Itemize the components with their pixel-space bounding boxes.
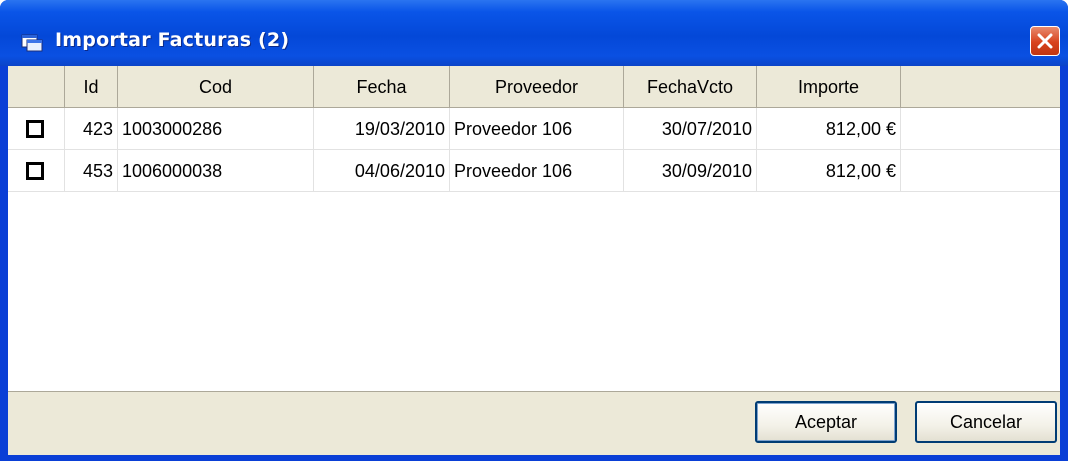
column-header-proveedor[interactable]: Proveedor — [450, 66, 624, 108]
row-select-cell — [8, 150, 65, 192]
close-button[interactable] — [1030, 26, 1060, 56]
cell-fecha: 04/06/2010 — [314, 150, 450, 192]
cell-proveedor: Proveedor 106 — [450, 108, 624, 150]
invoice-grid[interactable]: Id Cod Fecha Proveedor FechaVcto Importe… — [8, 66, 1060, 392]
cell-proveedor: Proveedor 106 — [450, 150, 624, 192]
row-checkbox[interactable] — [26, 162, 44, 180]
close-icon — [1037, 33, 1053, 49]
dialog-window: Importar Facturas (2) Id Cod Fecha Prove… — [0, 0, 1068, 461]
cell-cod: 1003000286 — [118, 108, 314, 150]
cell-importe: 812,00 € — [757, 108, 901, 150]
window-title: Importar Facturas (2) — [55, 29, 290, 51]
window-icon — [21, 34, 43, 52]
table-row[interactable]: 423 1003000286 19/03/2010 Proveedor 106 … — [8, 108, 1060, 150]
accept-button[interactable]: Aceptar — [755, 401, 897, 443]
column-header-fecha[interactable]: Fecha — [314, 66, 450, 108]
grid-header: Id Cod Fecha Proveedor FechaVcto Importe — [8, 66, 1060, 108]
cancel-button[interactable]: Cancelar — [915, 401, 1057, 443]
column-header-fechavcto[interactable]: FechaVcto — [624, 66, 757, 108]
cell-fecha: 19/03/2010 — [314, 108, 450, 150]
cell-fecha-vcto: 30/09/2010 — [624, 150, 757, 192]
cell-id: 423 — [65, 108, 118, 150]
cell-importe: 812,00 € — [757, 150, 901, 192]
column-header-select[interactable] — [8, 66, 65, 108]
cell-fecha-vcto: 30/07/2010 — [624, 108, 757, 150]
table-row[interactable]: 453 1006000038 04/06/2010 Proveedor 106 … — [8, 150, 1060, 192]
title-bar[interactable]: Importar Facturas (2) — [0, 0, 1068, 66]
row-select-cell — [8, 108, 65, 150]
column-header-id[interactable]: Id — [65, 66, 118, 108]
dialog-client-area: Id Cod Fecha Proveedor FechaVcto Importe… — [8, 66, 1060, 455]
cell-id: 453 — [65, 150, 118, 192]
column-header-importe[interactable]: Importe — [757, 66, 901, 108]
row-checkbox[interactable] — [26, 120, 44, 138]
cell-cod: 1006000038 — [118, 150, 314, 192]
column-header-cod[interactable]: Cod — [118, 66, 314, 108]
